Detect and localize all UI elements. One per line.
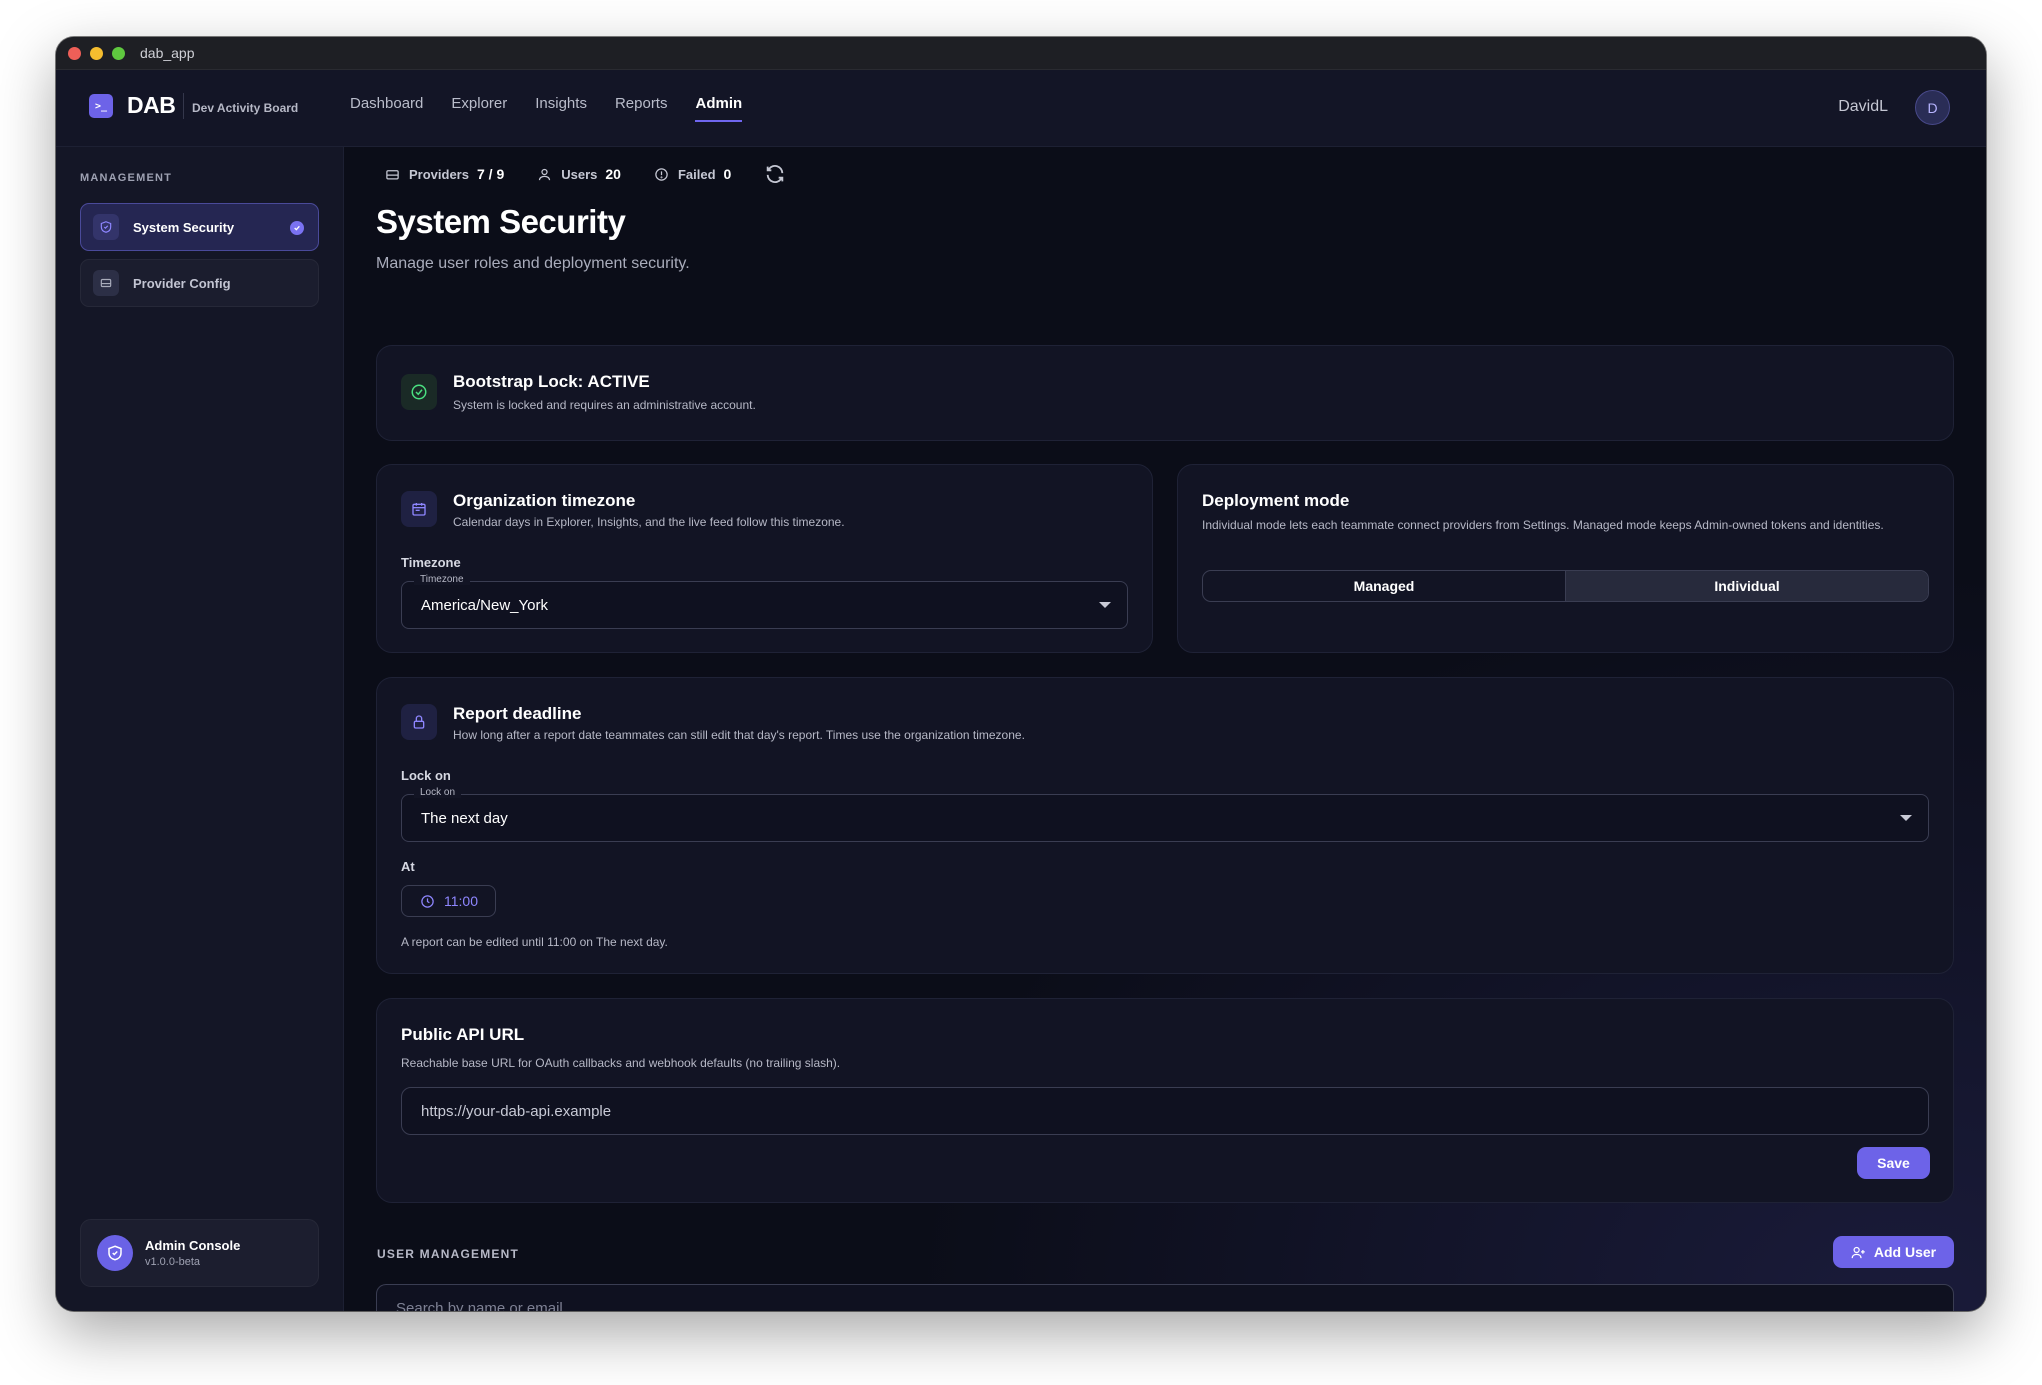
time-value: 11:00 (444, 893, 478, 909)
console-version: v1.0.0-beta (145, 1256, 201, 1268)
title-bar: dab_app (56, 37, 1986, 70)
deadline-title: Report deadline (453, 704, 582, 723)
user-name[interactable]: DavidL (1838, 98, 1888, 116)
lock-on-legend: Lock on (414, 787, 462, 798)
user-search-input[interactable]: Search by name or email (376, 1284, 1954, 1311)
status-bar: Providers 7 / 9 Users 20 Failed 0 (385, 163, 828, 185)
bootstrap-title: Bootstrap Lock: ACTIVE (453, 372, 650, 391)
user-plus-icon (1851, 1246, 1865, 1258)
chevron-down-icon (1099, 602, 1111, 608)
terminal-icon: >_ (89, 94, 113, 118)
lock-icon (401, 704, 437, 740)
chevron-down-icon (1900, 815, 1912, 821)
add-user-button[interactable]: Add User (1833, 1236, 1954, 1268)
admin-console-card: Admin Console v1.0.0-beta (80, 1219, 319, 1287)
maximize-window-button[interactable] (112, 46, 125, 60)
avatar[interactable]: D (1915, 90, 1950, 125)
timezone-card: Organization timezone Calendar days in E… (376, 464, 1153, 653)
managed-mode-button[interactable]: Managed (1203, 571, 1565, 601)
failed-label: Failed (677, 166, 716, 182)
window-title: dab_app (140, 45, 195, 61)
server-icon (93, 270, 119, 296)
providers-stat: Providers 7 / 9 (385, 166, 504, 182)
deployment-mode-card: Deployment mode Individual mode lets eac… (1177, 464, 1954, 653)
failed-stat: Failed 0 (654, 166, 731, 182)
user-icon (539, 168, 551, 180)
api-description: Reachable base URL for OAuth callbacks a… (401, 1056, 841, 1070)
providers-label: Providers (409, 166, 469, 182)
individual-mode-button[interactable]: Individual (1565, 571, 1928, 601)
timezone-value: America/New_York (421, 596, 548, 614)
deployment-title: Deployment mode (1202, 491, 1350, 510)
sidebar-item-provider-config[interactable]: Provider Config (80, 259, 319, 307)
shield-check-icon (97, 1235, 133, 1271)
refresh-icon[interactable] (764, 163, 795, 185)
check-circle-icon (401, 374, 437, 410)
users-value: 20 (605, 166, 621, 182)
close-window-button[interactable] (68, 46, 81, 60)
deadline-description: How long after a report date teammates c… (453, 728, 1025, 742)
main-content: Providers 7 / 9 Users 20 Failed 0 System… (344, 147, 1986, 1311)
sidebar: MANAGEMENT System Security Provider Conf… (56, 147, 344, 1311)
sidebar-item-system-security[interactable]: System Security (80, 203, 319, 251)
nav-explorer[interactable]: Explorer (451, 95, 507, 122)
user-management-heading: USER MANAGEMENT (377, 1247, 520, 1261)
add-user-label: Add User (1873, 1244, 1937, 1260)
active-check-icon (290, 221, 304, 235)
bootstrap-lock-card: Bootstrap Lock: ACTIVE System is locked … (376, 345, 1954, 441)
lock-on-label: Lock on (401, 768, 451, 783)
deployment-description: Individual mode lets each teammate conne… (1202, 518, 1884, 532)
failed-value: 0 (723, 166, 732, 182)
sidebar-item-label: Provider Config (133, 275, 231, 291)
public-api-card: Public API URL Reachable base URL for OA… (376, 998, 1954, 1203)
clock-icon (421, 894, 434, 908)
lock-on-select[interactable]: Lock on The next day (401, 787, 1929, 842)
users-label: Users (561, 166, 598, 182)
brand-logo[interactable]: DAB (127, 92, 176, 119)
shield-icon (93, 214, 119, 240)
nav-dashboard[interactable]: Dashboard (350, 95, 423, 122)
console-title: Admin Console (145, 1238, 241, 1253)
api-url-input[interactable]: https://your-dab-api.example (401, 1087, 1929, 1135)
timezone-legend: Timezone (414, 574, 470, 585)
users-stat: Users 20 (537, 166, 621, 182)
timezone-title: Organization timezone (453, 491, 636, 510)
at-label: At (401, 859, 415, 874)
nav-admin[interactable]: Admin (695, 95, 743, 122)
page-title: System Security (376, 203, 626, 240)
timezone-description: Calendar days in Explorer, Insights, and… (453, 515, 845, 529)
server-icon (386, 169, 399, 179)
sidebar-heading: MANAGEMENT (80, 172, 173, 184)
bootstrap-description: System is locked and requires an adminis… (453, 398, 756, 412)
brand-divider (183, 93, 184, 119)
timezone-select[interactable]: Timezone America/New_York (401, 574, 1128, 629)
brand-subtitle: Dev Activity Board (192, 101, 299, 115)
save-button[interactable]: Save (1857, 1147, 1930, 1179)
api-title: Public API URL (401, 1025, 525, 1044)
nav-reports[interactable]: Reports (615, 95, 668, 122)
deployment-mode-toggle: Managed Individual (1202, 570, 1929, 602)
nav-insights[interactable]: Insights (535, 95, 587, 122)
top-navigation: >_ DAB Dev Activity Board Dashboard Expl… (56, 70, 1986, 147)
timezone-label: Timezone (401, 555, 461, 570)
page-subtitle: Manage user roles and deployment securit… (376, 255, 690, 272)
time-picker[interactable]: 11:00 (401, 885, 496, 917)
report-deadline-card: Report deadline How long after a report … (376, 677, 1954, 974)
main-nav: Dashboard Explorer Insights Reports Admi… (350, 95, 770, 122)
sidebar-item-label: System Security (133, 219, 235, 235)
minimize-window-button[interactable] (90, 46, 103, 60)
providers-value: 7 / 9 (476, 166, 505, 182)
calendar-icon (401, 491, 437, 527)
deadline-hint: A report can be edited until 11:00 on Th… (401, 935, 668, 949)
lock-on-value: The next day (421, 809, 508, 827)
app-window: dab_app >_ DAB Dev Activity Board Dashbo… (56, 37, 1986, 1311)
alert-circle-icon (655, 167, 668, 181)
